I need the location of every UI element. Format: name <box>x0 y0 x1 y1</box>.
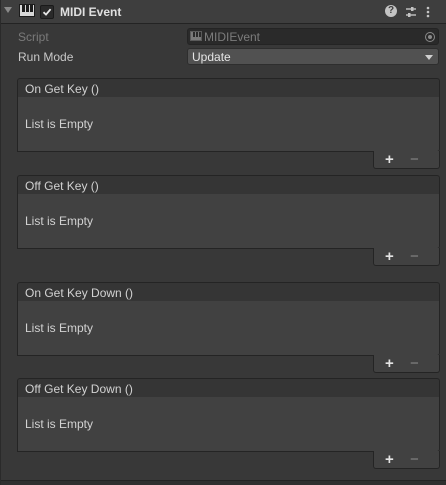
event-list-header: Off Get Key () <box>17 175 440 195</box>
event-list-body: List is Empty <box>17 397 440 452</box>
component-header[interactable]: MIDI Event ? <box>1 0 446 24</box>
event-list-header: On Get Key () <box>17 78 440 98</box>
chevron-down-icon <box>425 55 433 60</box>
run-mode-value: Update <box>192 50 231 64</box>
event-list-body: List is Empty <box>17 194 440 249</box>
checkmark-icon <box>42 8 52 16</box>
empty-list-text: List is Empty <box>25 321 94 335</box>
remove-listener-button[interactable]: − <box>410 355 419 372</box>
event-list-footer: + − <box>373 248 440 266</box>
script-value: MIDIEvent <box>204 30 261 44</box>
component-title: MIDI Event <box>60 5 122 19</box>
add-listener-button[interactable]: + <box>385 248 394 265</box>
add-listener-button[interactable]: + <box>385 151 394 168</box>
inspector-bottom-strip <box>1 480 446 485</box>
event-list-header: Off Get Key Down () <box>17 378 440 398</box>
script-object-field[interactable]: MIDIEvent <box>187 28 439 45</box>
remove-listener-button[interactable]: − <box>410 451 419 468</box>
run-mode-label: Run Mode <box>18 50 74 64</box>
event-list-footer: + − <box>373 355 440 373</box>
presets-icon[interactable] <box>404 5 418 19</box>
event-list-title: On Get Key () <box>25 82 100 96</box>
event-list-body: List is Empty <box>17 97 440 152</box>
help-icon[interactable]: ? <box>385 5 397 17</box>
remove-listener-button[interactable]: − <box>410 248 419 265</box>
event-list-title: Off Get Key () <box>25 179 99 193</box>
event-list-footer: + − <box>373 451 440 469</box>
run-mode-dropdown[interactable]: Update <box>187 48 439 65</box>
add-listener-button[interactable]: + <box>385 355 394 372</box>
empty-list-text: List is Empty <box>25 117 94 131</box>
add-listener-button[interactable]: + <box>385 451 394 468</box>
inspector-panel: MIDI Event ? Script MIDIEvent Run Mode U… <box>0 0 446 485</box>
event-list-footer: + − <box>373 151 440 169</box>
remove-listener-button[interactable]: − <box>410 151 419 168</box>
piano-icon <box>19 4 35 17</box>
object-picker-icon[interactable] <box>425 32 435 42</box>
empty-list-text: List is Empty <box>25 214 94 228</box>
enable-checkbox[interactable] <box>40 5 54 19</box>
event-list-body: List is Empty <box>17 301 440 356</box>
script-file-icon <box>190 31 202 41</box>
empty-list-text: List is Empty <box>25 417 94 431</box>
event-list-title: On Get Key Down () <box>25 286 134 300</box>
event-list-title: Off Get Key Down () <box>25 382 133 396</box>
context-menu-icon[interactable] <box>425 5 439 19</box>
foldout-arrow-icon[interactable] <box>4 7 12 13</box>
script-label: Script <box>18 30 49 44</box>
event-list-header: On Get Key Down () <box>17 282 440 302</box>
